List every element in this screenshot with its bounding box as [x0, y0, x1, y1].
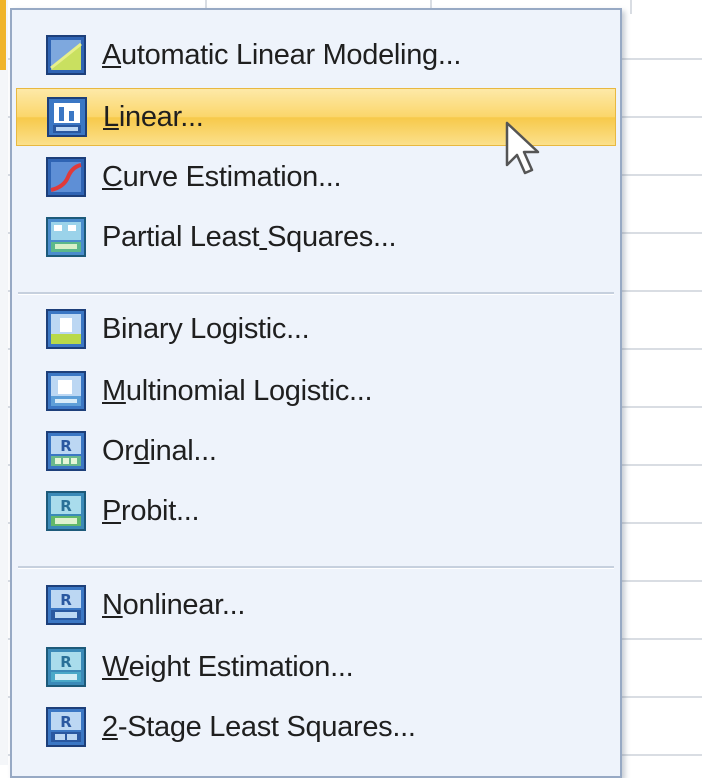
menu-item-label: Weight Estimation...: [102, 650, 354, 683]
menu-item-ordinal[interactable]: R Ordinal...: [16, 422, 616, 480]
menu-item-automatic-linear-modeling[interactable]: Automatic Linear Modeling...: [16, 26, 616, 84]
grid-column-line: [630, 0, 632, 14]
menu-item-label: Probit...: [102, 494, 200, 527]
linear-regression-icon: [47, 97, 87, 137]
curve-estimation-icon: [46, 157, 86, 197]
svg-text:R: R: [60, 713, 72, 731]
svg-text:R: R: [60, 653, 72, 671]
probit-icon: R: [46, 491, 86, 531]
automatic-linear-modeling-icon: [46, 35, 86, 75]
menu-item-label: Multinomial Logistic...: [102, 374, 373, 407]
mnemonic-key: P: [102, 494, 122, 527]
menu-item-binary-logistic[interactable]: Binary Logistic...: [16, 300, 616, 358]
mnemonic-key: W: [102, 650, 129, 683]
mnemonic-key: M: [102, 374, 126, 407]
svg-text:R: R: [60, 591, 72, 609]
multinomial-logistic-icon: [46, 371, 86, 411]
selected-row-accent: [0, 0, 6, 70]
binary-logistic-icon: [46, 309, 86, 349]
menu-item-label: 2-Stage Least Squares...: [102, 710, 416, 743]
mouse-pointer-icon: [504, 121, 544, 179]
nonlinear-regression-icon: R: [46, 585, 86, 625]
mnemonic-key: L: [103, 100, 119, 133]
ordinal-regression-icon: R: [46, 431, 86, 471]
menu-item-label: Automatic Linear Modeling...: [102, 38, 462, 71]
menu-item-label: Curve Estimation...: [102, 160, 342, 193]
weight-estimation-icon: R: [46, 647, 86, 687]
mnemonic-key: A: [102, 38, 122, 71]
mnemonic-key: d: [133, 434, 150, 467]
two-stage-least-squares-icon: R: [46, 707, 86, 747]
menu-item-label: Binary Logistic...: [102, 312, 310, 345]
mnemonic-key: g: [221, 312, 238, 345]
menu-item-multinomial-logistic[interactable]: Multinomial Logistic...: [16, 362, 616, 420]
menu-item-weight-estimation[interactable]: R Weight Estimation...: [16, 638, 616, 696]
menu-item-label: Ordinal...: [102, 434, 217, 467]
menu-item-label: Partial Least Squares...: [102, 220, 397, 253]
menu-item-probit[interactable]: R Probit...: [16, 482, 616, 540]
menu-item-partial-least-squares[interactable]: Partial Least Squares...: [16, 208, 616, 266]
mnemonic-key: C: [102, 160, 123, 193]
menu-separator: [18, 292, 614, 295]
partial-least-squares-icon: [46, 217, 86, 257]
row-header-strip: [0, 0, 8, 765]
menu-item-label: Nonlinear...: [102, 588, 246, 621]
menu-item-label: Linear...: [103, 100, 204, 133]
mnemonic-key: N: [102, 588, 123, 621]
menu-item-nonlinear[interactable]: R Nonlinear...: [16, 576, 616, 634]
svg-text:R: R: [60, 497, 72, 515]
mnemonic-key: [259, 221, 267, 253]
mnemonic-key: 2: [102, 710, 118, 743]
menu-separator: [18, 566, 614, 569]
svg-text:R: R: [60, 437, 72, 455]
menu-item-two-stage-least-squares[interactable]: R 2-Stage Least Squares...: [16, 698, 616, 756]
